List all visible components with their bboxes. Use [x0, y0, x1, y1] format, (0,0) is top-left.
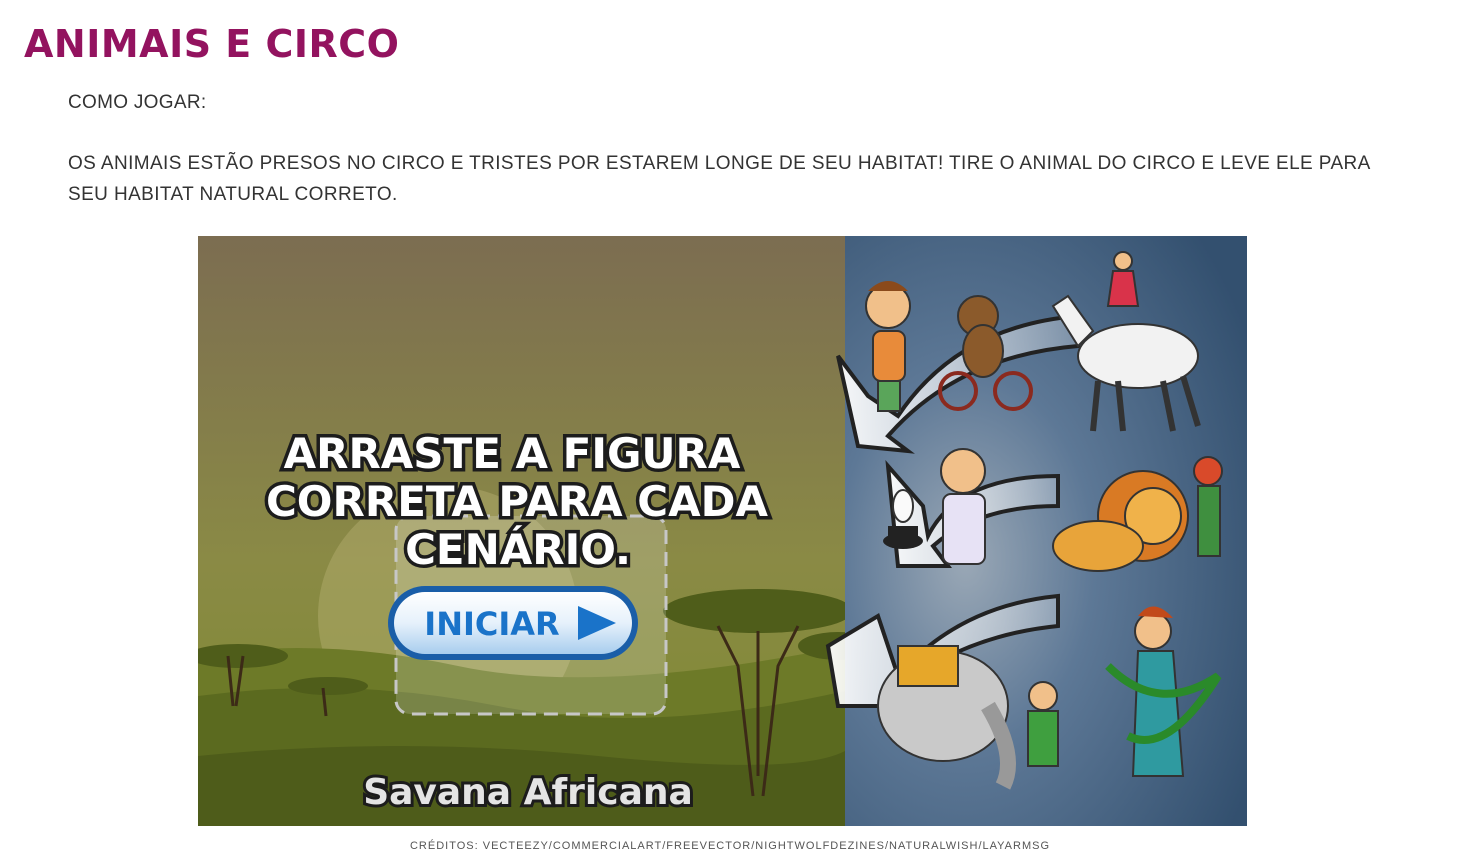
instruction-line-2: CORRETA PARA CADA [266, 477, 769, 526]
instruction-line-1: ARRASTE A FIGURA [284, 429, 741, 478]
start-button[interactable]: INICIAR [388, 586, 638, 660]
instructions-heading: COMO JOGAR: [68, 92, 207, 113]
circus-panel [825, 236, 1247, 826]
instruction-line-3: CENÁRIO. [405, 524, 631, 574]
game-canvas[interactable]: ARRASTE A FIGURA CORRETA PARA CADA CENÁR… [198, 236, 1247, 826]
instructions-text: OS ANIMAIS ESTÃO PRESOS NO CIRCO E TRIST… [68, 153, 1370, 205]
habitat-label: Savana Africana [363, 772, 693, 813]
page-title: ANIMAIS E CIRCO [24, 22, 400, 66]
credits-text: CRÉDITOS: VECTEEZY/COMMERCIALART/FREEVEC… [409, 840, 1051, 852]
start-button-label: INICIAR [424, 605, 559, 643]
